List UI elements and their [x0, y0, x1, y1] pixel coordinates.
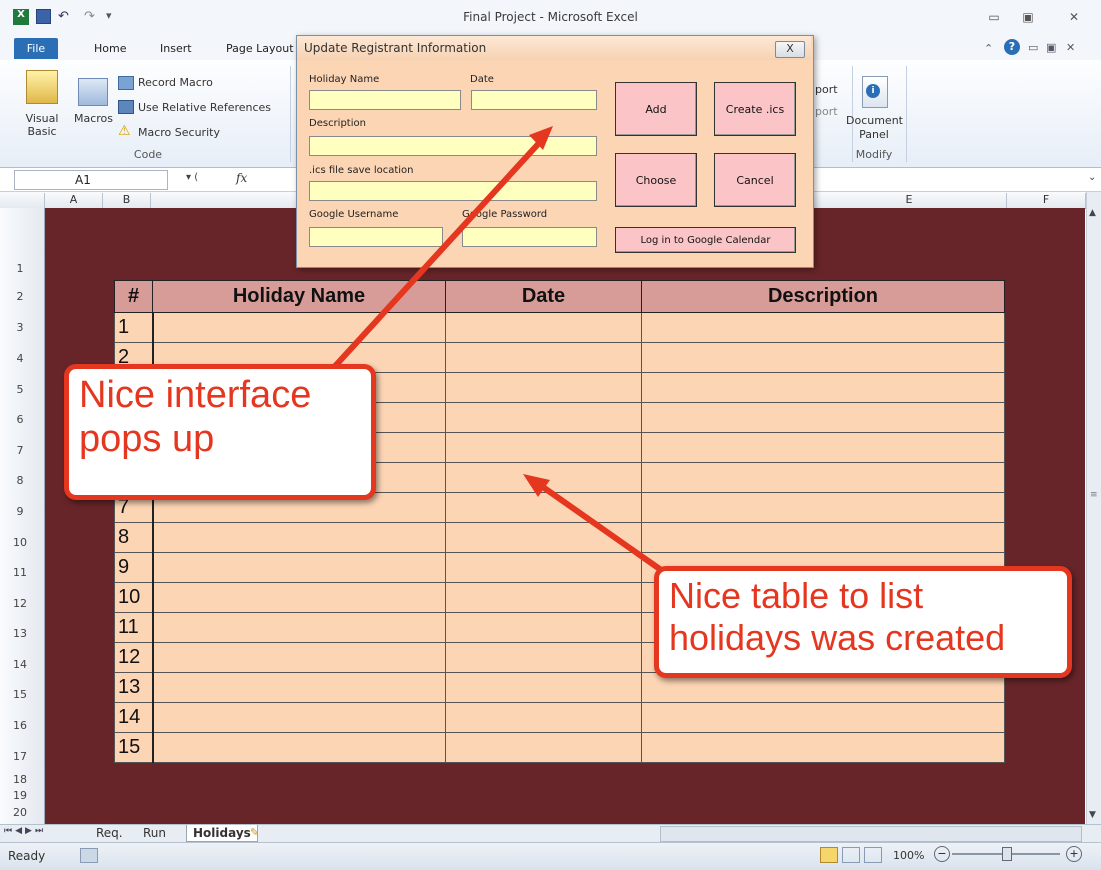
table-arrow-icon	[523, 474, 667, 575]
interface-callout: Nice interface pops up	[64, 364, 376, 500]
table-callout-text: Nice table to list holidays was created	[669, 575, 1006, 658]
interface-arrow-icon	[323, 126, 553, 379]
interface-callout-text: Nice interface pops up	[79, 374, 312, 460]
table-callout: Nice table to list holidays was created	[654, 566, 1072, 678]
